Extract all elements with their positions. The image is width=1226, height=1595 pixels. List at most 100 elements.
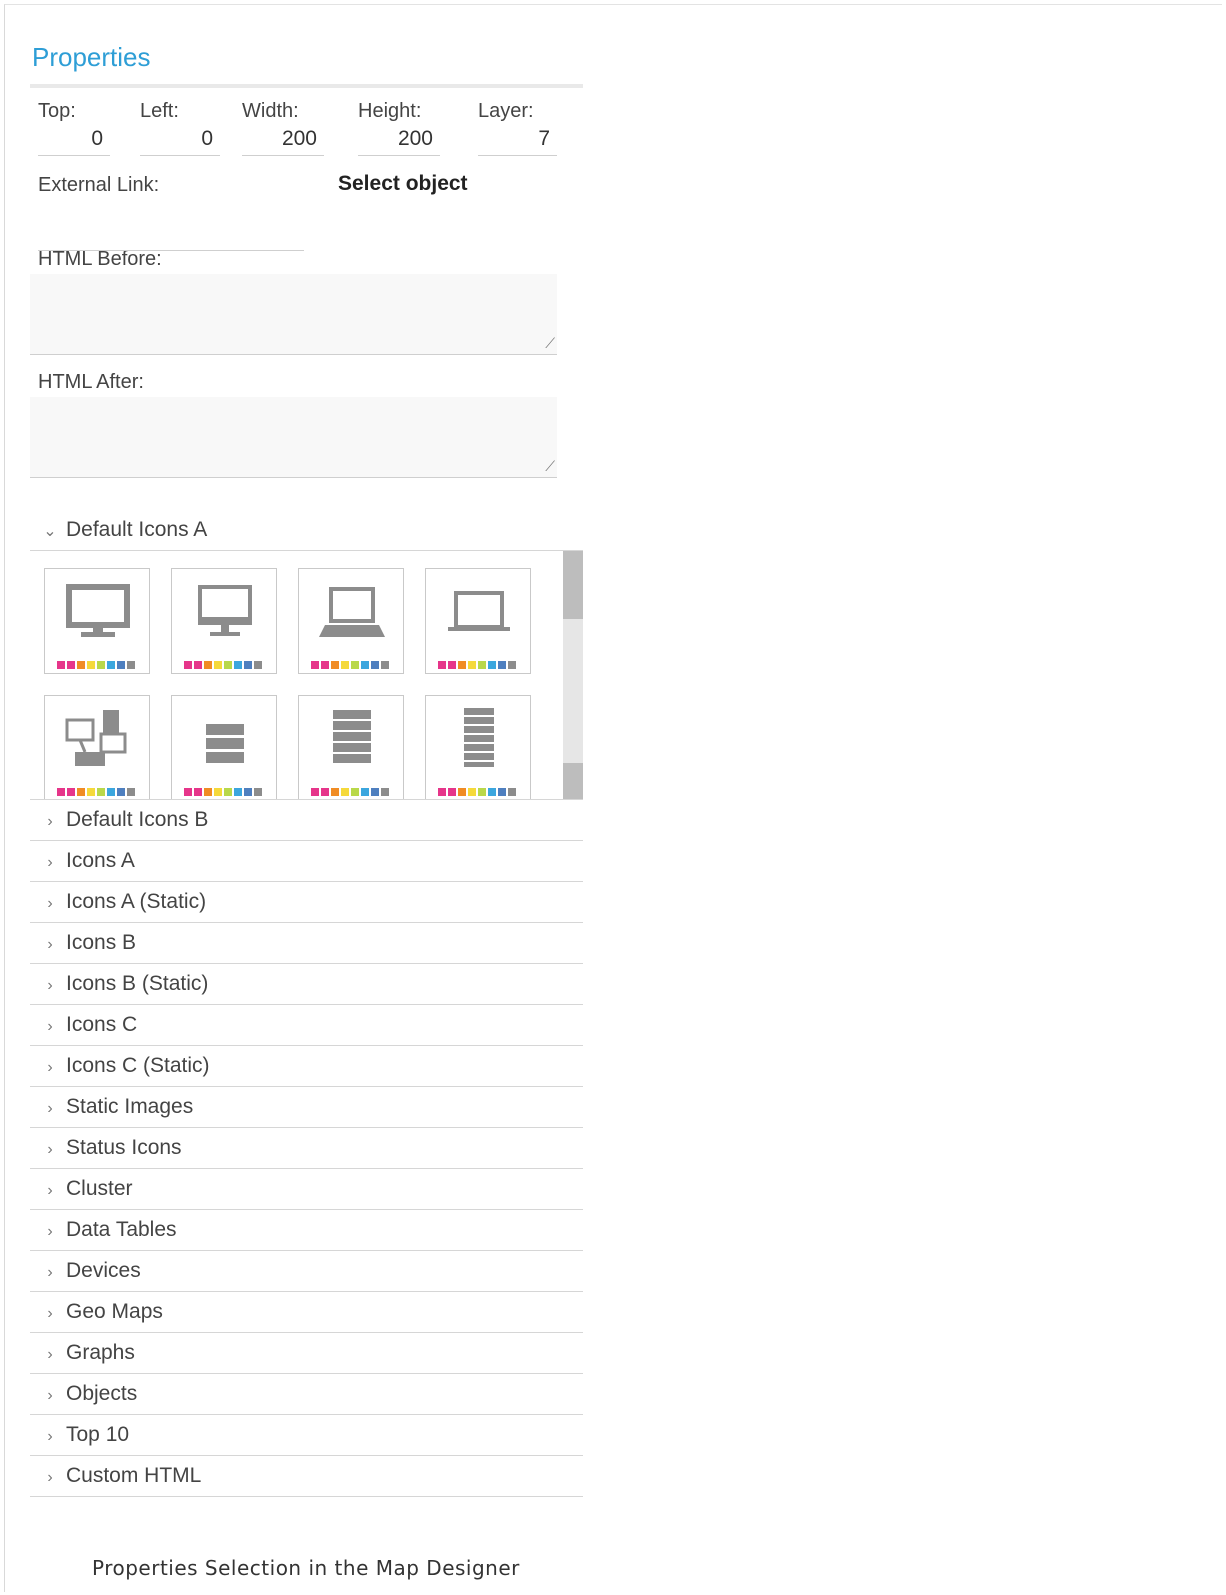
section-label: Icons B [66, 931, 137, 954]
section-row[interactable]: › Graphs [30, 1333, 583, 1374]
chevron-right-icon: › [47, 1141, 53, 1158]
chevron-right-icon: › [47, 1059, 53, 1076]
chevron-right-icon: › [47, 1100, 53, 1117]
section-row[interactable]: › Static Images [30, 1087, 583, 1128]
section-label: Static Images [66, 1095, 194, 1118]
html-after-textarea[interactable]: ⟋ [30, 397, 557, 478]
monitor-icon [57, 584, 135, 669]
section-label: Icons A (Static) [66, 890, 207, 913]
external-link-row: External Link: Select object [30, 166, 583, 251]
top-label: Top: [38, 100, 76, 122]
section-label: Cluster [66, 1177, 133, 1200]
section-row[interactable]: › Icons A (Static) [30, 882, 583, 923]
server-small-icon [184, 724, 262, 796]
chevron-right-icon: › [47, 895, 53, 912]
chevron-right-icon: › [47, 1223, 53, 1240]
section-row[interactable]: › Icons B (Static) [30, 964, 583, 1005]
chevron-right-icon: › [47, 936, 53, 953]
layer-input[interactable]: 7 [478, 127, 557, 156]
external-link-input[interactable] [38, 250, 304, 251]
left-input[interactable]: 0 [140, 127, 220, 156]
section-label: Icons B (Static) [66, 972, 209, 995]
server-large-icon [438, 708, 516, 796]
top-field[interactable]: Top: 0 [30, 100, 110, 156]
section-label: Icons C [66, 1013, 138, 1036]
section-row[interactable]: › Objects [30, 1374, 583, 1415]
height-label: Height: [358, 100, 422, 122]
left-field[interactable]: Left: 0 [132, 100, 220, 156]
section-label: Top 10 [66, 1423, 130, 1446]
resize-grip-icon[interactable]: ⟋ [545, 335, 555, 352]
icon-tile[interactable] [298, 695, 404, 799]
select-object-link[interactable]: Select object [338, 172, 468, 196]
html-before-textarea[interactable]: ⟋ [30, 274, 557, 355]
section-label: Default Icons A [66, 518, 208, 541]
section-row[interactable]: › Status Icons [30, 1128, 583, 1169]
chevron-down-icon: ⌄ [43, 523, 57, 540]
section-label: Custom HTML [66, 1464, 202, 1487]
top-input[interactable]: 0 [38, 127, 110, 156]
section-row[interactable]: › Top 10 [30, 1415, 583, 1456]
scrollbar-down[interactable] [563, 763, 583, 799]
html-after-label: HTML After: [38, 371, 144, 393]
height-input[interactable]: 200 [358, 127, 440, 156]
width-field[interactable]: Width: 200 [234, 100, 324, 156]
section-row[interactable]: › Devices [30, 1251, 583, 1292]
section-default-icons-a[interactable]: ⌄ Default Icons A [30, 510, 583, 551]
panel-title: Properties [32, 42, 151, 72]
section-label: Icons C (Static) [66, 1054, 210, 1077]
section-row[interactable]: › Icons C [30, 1005, 583, 1046]
chevron-right-icon: › [47, 1387, 53, 1404]
gallery-scrollbar[interactable] [563, 551, 583, 799]
section-label: Icons A [66, 849, 135, 872]
width-label: Width: [242, 100, 299, 122]
width-input[interactable]: 200 [242, 127, 324, 156]
icon-gallery [30, 551, 583, 800]
server-medium-icon [311, 710, 389, 796]
notebook-icon [438, 591, 516, 669]
icon-tile[interactable] [171, 568, 277, 674]
chevron-right-icon: › [47, 1018, 53, 1035]
chevron-right-icon: › [47, 1182, 53, 1199]
external-link-label: External Link: [38, 174, 160, 196]
section-label: Objects [66, 1382, 138, 1405]
height-field[interactable]: Height: 200 [350, 100, 440, 156]
section-row[interactable]: › Default Icons B [30, 800, 583, 841]
section-row[interactable]: › Icons B [30, 923, 583, 964]
section-label: Geo Maps [66, 1300, 163, 1323]
section-row[interactable]: › Icons C (Static) [30, 1046, 583, 1087]
section-list: › Default Icons B › Icons A › Icons A (Static… [30, 800, 583, 1497]
figure-caption: Properties Selection in the Map Designer [92, 1556, 520, 1580]
section-label: Devices [66, 1259, 141, 1282]
chevron-right-icon: › [47, 1346, 53, 1363]
chevron-right-icon: › [47, 813, 53, 830]
chevron-right-icon: › [47, 1469, 53, 1486]
chevron-right-icon: › [47, 1305, 53, 1322]
section-label: Default Icons B [66, 808, 209, 831]
resize-grip-icon[interactable]: ⟋ [545, 458, 555, 475]
html-before-label: HTML Before: [38, 248, 162, 270]
icon-tile[interactable] [44, 695, 150, 799]
section-row[interactable]: › Data Tables [30, 1210, 583, 1251]
section-row[interactable]: › Cluster [30, 1169, 583, 1210]
layer-field[interactable]: Layer: 7 [470, 100, 557, 156]
chevron-right-icon: › [47, 977, 53, 994]
icon-tile[interactable] [171, 695, 277, 799]
chevron-right-icon: › [47, 1428, 53, 1445]
section-row[interactable]: › Icons A [30, 841, 583, 882]
scrollbar-thumb[interactable] [563, 551, 583, 619]
desktop-icon [184, 585, 262, 669]
section-label: Graphs [66, 1341, 135, 1364]
properties-panel: Properties Top: 0 Left: 0 Width: 200 Hei… [30, 36, 583, 1497]
left-label: Left: [140, 100, 179, 122]
icon-tile[interactable] [298, 568, 404, 674]
section-row[interactable]: › Custom HTML [30, 1456, 583, 1497]
section-label: Status Icons [66, 1136, 182, 1159]
icon-tile[interactable] [425, 568, 531, 674]
section-row[interactable]: › Geo Maps [30, 1292, 583, 1333]
chevron-right-icon: › [47, 854, 53, 871]
laptop-icon [311, 587, 389, 669]
icon-tile[interactable] [425, 695, 531, 799]
icon-tile[interactable] [44, 568, 150, 674]
chevron-right-icon: › [47, 1264, 53, 1281]
